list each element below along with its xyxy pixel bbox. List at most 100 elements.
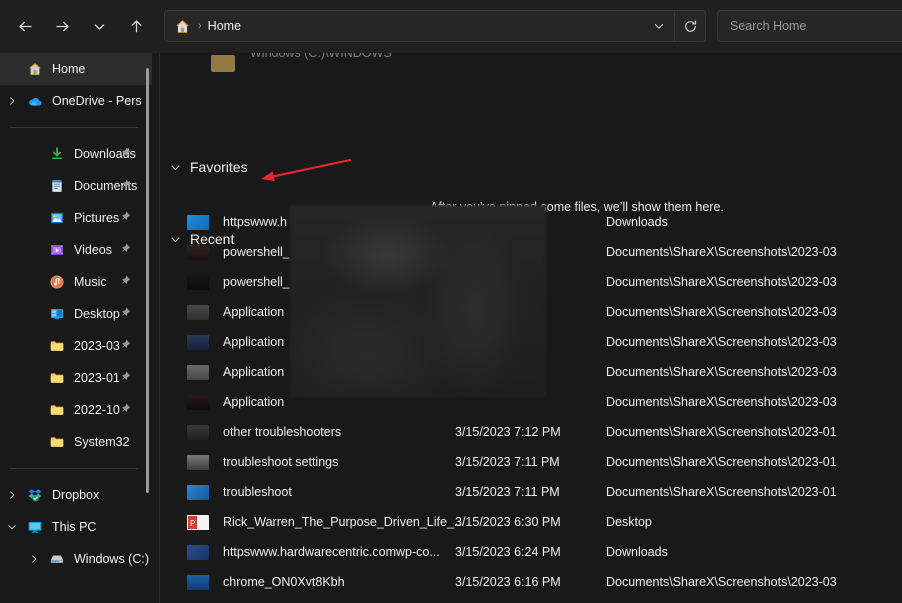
home-icon — [174, 18, 191, 35]
file-name: Application — [223, 305, 284, 319]
sidebar-item-2023-03[interactable]: 2023-03 — [0, 330, 152, 362]
sidebar-item-label: Desktop — [74, 307, 120, 321]
thumb-dark-settings — [187, 425, 209, 440]
pin-icon[interactable] — [119, 275, 131, 290]
pin-icon[interactable] — [119, 339, 131, 354]
sidebar-item-label: Videos — [74, 243, 112, 257]
table-row[interactable]: chrome_ON0Xvt8Kbh3/15/2023 6:16 PMDocume… — [160, 567, 902, 597]
favorites-group-header[interactable]: Favorites — [169, 159, 248, 175]
sidebar-item-label: 2023-01 — [74, 371, 120, 385]
search-input[interactable] — [718, 19, 902, 33]
file-location: Documents\ShareX\Screenshots\2023-03 — [606, 245, 837, 259]
table-row[interactable]: troubleshoot settings3/15/2023 7:11 PMDo… — [160, 447, 902, 477]
music-icon — [46, 274, 68, 290]
thumb-grey-log — [187, 305, 209, 320]
file-date: 3/15/2023 7:11 PM — [455, 455, 560, 469]
folder-icon — [211, 55, 235, 72]
folder-icon — [46, 402, 68, 418]
file-location: Documents\ShareX\Screenshots\2023-03 — [606, 365, 837, 379]
arrow-right-icon — [54, 18, 71, 35]
chevron-right-icon[interactable] — [0, 489, 24, 501]
table-row[interactable]: P Rick_Warren_The_Purpose_Driven_Life_...… — [160, 507, 902, 537]
sidebar-scrollbar-thumb[interactable] — [146, 68, 149, 493]
file-name: httpswww.h — [223, 215, 287, 229]
thumb-blue-page — [187, 545, 209, 560]
home-icon — [24, 61, 46, 77]
pictures-icon — [46, 210, 68, 226]
folder-icon — [46, 434, 68, 450]
thumb-pdf: P — [187, 515, 209, 530]
file-location: Documents\ShareX\Screenshots\2023-03 — [606, 335, 837, 349]
downloads-icon — [46, 146, 68, 162]
clipped-top-row[interactable]: Windows (C:)\WINDOWS — [160, 53, 902, 76]
recent-locations-button[interactable] — [84, 11, 114, 41]
pin-icon[interactable] — [119, 307, 131, 322]
chevron-right-icon[interactable] — [0, 95, 24, 107]
thumb-lightgrey-log — [187, 365, 209, 380]
sidebar-divider — [10, 468, 138, 469]
file-name: troubleshoot — [223, 485, 292, 499]
sidebar-item-label: System32 — [74, 435, 130, 449]
up-button[interactable] — [121, 11, 151, 41]
address-dropdown-button[interactable] — [644, 11, 674, 41]
file-name: other troubleshooters — [223, 425, 341, 439]
sidebar-item-desktop[interactable]: Desktop — [0, 298, 152, 330]
pin-icon[interactable] — [119, 211, 131, 226]
back-button[interactable] — [10, 11, 40, 41]
forward-button[interactable] — [47, 11, 77, 41]
desktop-icon — [46, 306, 68, 322]
pin-icon — [119, 147, 131, 159]
sidebar-item-onedrive-pers[interactable]: OneDrive - Pers — [0, 85, 152, 117]
thumb-blue-settings — [187, 485, 209, 500]
arrow-left-icon — [17, 18, 34, 35]
table-row[interactable]: httpswww.hardwarecentric.comwp-co...3/15… — [160, 537, 902, 567]
sidebar-item-2022-10[interactable]: 2022-10 — [0, 394, 152, 426]
navigation-pane[interactable]: Home OneDrive - Pers DownloadsDocuments Pic… — [0, 53, 152, 603]
file-location: Documents\ShareX\Screenshots\2023-01 — [606, 455, 837, 469]
sidebar-item-downloads[interactable]: Downloads — [0, 138, 152, 170]
pin-icon[interactable] — [119, 403, 131, 418]
breadcrumb-home: Home — [208, 19, 241, 33]
folder-icon — [46, 370, 68, 386]
file-location: Documents\ShareX\Screenshots\2023-01 — [606, 425, 837, 439]
sidebar-item-home[interactable]: Home — [0, 53, 152, 85]
file-name: Application — [223, 395, 284, 409]
chevron-right-icon[interactable] — [22, 553, 46, 565]
table-row[interactable]: troubleshoot3/15/2023 7:11 PMDocuments\S… — [160, 477, 902, 507]
file-date: 3/15/2023 7:11 PM — [455, 485, 560, 499]
pin-icon[interactable] — [119, 243, 131, 258]
drive-icon — [46, 551, 68, 567]
refresh-button[interactable] — [675, 11, 705, 41]
thumb-grey-settings — [187, 455, 209, 470]
sidebar-item-this-pc[interactable]: This PC — [0, 511, 152, 543]
table-row[interactable]: other troubleshooters3/15/2023 7:12 PMDo… — [160, 417, 902, 447]
sidebar-item-pictures[interactable]: Pictures — [0, 202, 152, 234]
sidebar-item-windows-c[interactable]: Windows (C:) — [0, 543, 152, 575]
sidebar-item-label: This PC — [52, 520, 96, 534]
favorites-label: Favorites — [190, 159, 248, 175]
address-bar[interactable]: › Home — [164, 10, 706, 42]
file-location: Downloads — [606, 545, 668, 559]
pin-icon[interactable] — [119, 179, 131, 194]
sidebar-item-documents[interactable]: Documents — [0, 170, 152, 202]
file-date: 3/15/2023 6:30 PM — [455, 515, 561, 529]
sidebar-item-2023-01[interactable]: 2023-01 — [0, 362, 152, 394]
sidebar-item-dropbox[interactable]: Dropbox — [0, 479, 152, 511]
file-location: Documents\ShareX\Screenshots\2023-03 — [606, 395, 837, 409]
sidebar-item-videos[interactable]: Videos — [0, 234, 152, 266]
sidebar-item-label: Home — [52, 62, 85, 76]
pin-icon — [119, 211, 131, 223]
sidebar-item-music[interactable]: Music — [0, 266, 152, 298]
folder-icon — [46, 338, 68, 354]
svg-text:P: P — [190, 519, 195, 528]
sidebar-item-system32[interactable]: System32 — [0, 426, 152, 458]
pin-icon[interactable] — [119, 371, 131, 386]
file-name: Rick_Warren_The_Purpose_Driven_Life_... — [223, 515, 464, 529]
sidebar-item-label: Music — [74, 275, 107, 289]
thumb-black-terminal — [187, 275, 209, 290]
sidebar-item-label: Pictures — [74, 211, 119, 225]
search-box[interactable] — [717, 10, 902, 42]
pin-icon[interactable] — [119, 147, 131, 162]
chevron-down-icon[interactable] — [0, 521, 24, 533]
file-name: httpswww.hardwarecentric.comwp-co... — [223, 545, 440, 559]
